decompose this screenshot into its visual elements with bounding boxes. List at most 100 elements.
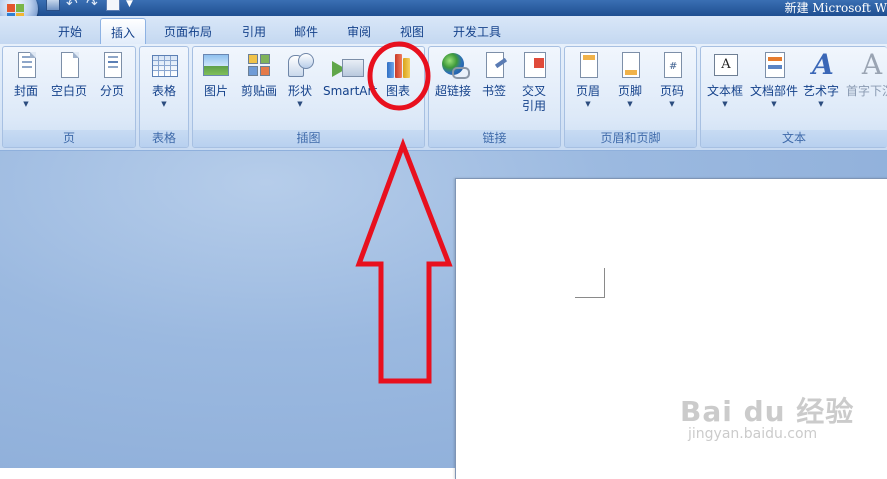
hyperlink-button[interactable]: 超链接 bbox=[433, 51, 473, 99]
smartart-label: SmartArt bbox=[323, 84, 378, 98]
blank-page-button[interactable]: 空白页 bbox=[49, 51, 89, 99]
cross-reference-label: 交叉 bbox=[521, 84, 546, 98]
table-icon bbox=[152, 55, 178, 77]
smartart-icon bbox=[332, 57, 366, 77]
watermark-brand: Bai du 经验 bbox=[680, 395, 855, 428]
chevron-down-icon: ▼ bbox=[771, 100, 777, 108]
drop-cap-icon: A bbox=[861, 48, 883, 81]
tab-developer[interactable]: 开发工具 bbox=[453, 23, 501, 40]
ribbon: 封面 ▼ 空白页 分页 页 表格 ▼ 表格 图片 剪贴画 形状 ▼ SmartA… bbox=[0, 44, 887, 151]
tab-references[interactable]: 引用 bbox=[242, 23, 266, 40]
clip-art-button[interactable]: 剪贴画 bbox=[239, 51, 279, 99]
chart-button[interactable]: 图表 bbox=[383, 51, 413, 99]
group-label-pages: 页 bbox=[3, 130, 135, 147]
chevron-down-icon: ▼ bbox=[818, 100, 824, 108]
page-break-label: 分页 bbox=[99, 84, 124, 98]
group-text: A 文本框 ▼ 文档部件 ▼ A 艺术字 ▼ A 首字下沉 文本 bbox=[700, 46, 887, 148]
clip-art-label: 剪贴画 bbox=[240, 84, 277, 98]
wordart-icon: A bbox=[812, 48, 834, 81]
table-label: 表格 bbox=[151, 84, 176, 98]
cover-page-icon bbox=[18, 52, 36, 78]
page-number-button[interactable]: 页码 ▼ bbox=[657, 51, 687, 109]
shapes-icon bbox=[288, 53, 314, 79]
watermark-url: jingyan.baidu.com bbox=[688, 426, 818, 442]
tab-view[interactable]: 视图 bbox=[400, 23, 424, 40]
header-icon bbox=[580, 52, 598, 78]
watermark: Bai du 经验 jingyan.baidu.com bbox=[680, 390, 855, 442]
footer-button[interactable]: 页脚 ▼ bbox=[615, 51, 645, 109]
page-number-icon bbox=[664, 52, 682, 78]
cross-reference-label-line2: 引用 bbox=[521, 99, 546, 113]
chart-icon bbox=[385, 52, 413, 80]
chevron-down-icon: ▼ bbox=[161, 100, 167, 108]
quick-access-toolbar: ↶ ↷ ▼ bbox=[46, 0, 140, 11]
chevron-down-icon: ▼ bbox=[669, 100, 675, 108]
clip-art-icon bbox=[248, 54, 272, 78]
group-label-illustrations: 插图 bbox=[193, 130, 424, 147]
chart-label: 图表 bbox=[385, 84, 410, 98]
cover-page-label: 封面 bbox=[13, 84, 38, 98]
cover-page-button[interactable]: 封面 ▼ bbox=[11, 51, 41, 109]
chevron-down-icon: ▼ bbox=[297, 100, 303, 108]
text-margin-corner-mark bbox=[575, 268, 605, 298]
drop-cap-button[interactable]: A 首字下沉 bbox=[845, 51, 887, 99]
redo-icon[interactable]: ↷ bbox=[86, 0, 100, 11]
chevron-down-icon: ▼ bbox=[722, 100, 728, 108]
hyperlink-label: 超链接 bbox=[434, 84, 471, 98]
group-label-text: 文本 bbox=[701, 130, 887, 147]
header-button[interactable]: 页眉 ▼ bbox=[573, 51, 603, 109]
group-label-tables: 表格 bbox=[140, 130, 188, 147]
page-break-button[interactable]: 分页 bbox=[97, 51, 127, 99]
picture-button[interactable]: 图片 bbox=[201, 51, 231, 99]
tab-review[interactable]: 审阅 bbox=[347, 23, 371, 40]
save-icon[interactable] bbox=[46, 0, 60, 11]
footer-icon bbox=[622, 52, 640, 78]
customize-dropdown-icon[interactable]: ▼ bbox=[126, 0, 140, 11]
tab-page-layout[interactable]: 页面布局 bbox=[164, 23, 212, 40]
drop-cap-label: 首字下沉 bbox=[845, 84, 887, 98]
group-label-header-footer: 页眉和页脚 bbox=[565, 130, 696, 147]
group-header-footer: 页眉 ▼ 页脚 ▼ 页码 ▼ 页眉和页脚 bbox=[564, 46, 697, 148]
tab-insert[interactable]: 插入 bbox=[100, 18, 147, 44]
tab-mailings[interactable]: 邮件 bbox=[294, 23, 318, 40]
table-button[interactable]: 表格 ▼ bbox=[149, 51, 179, 109]
tab-home[interactable]: 开始 bbox=[58, 23, 82, 40]
group-tables: 表格 ▼ 表格 bbox=[139, 46, 189, 148]
page-break-icon bbox=[104, 52, 122, 78]
cross-reference-icon bbox=[524, 52, 546, 78]
ribbon-tab-bar: 开始 插入 页面布局 引用 邮件 审阅 视图 开发工具 bbox=[0, 16, 887, 45]
text-box-button[interactable]: A 文本框 ▼ bbox=[705, 51, 745, 109]
blank-page-label: 空白页 bbox=[50, 84, 87, 98]
quick-parts-icon bbox=[765, 52, 785, 78]
document-page[interactable] bbox=[455, 178, 887, 479]
title-bar: ↶ ↷ ▼ 新建 Microsoft W bbox=[0, 0, 887, 16]
group-label-links: 链接 bbox=[429, 130, 560, 147]
group-illustrations: 图片 剪贴画 形状 ▼ SmartArt 图表 插图 bbox=[192, 46, 425, 148]
window-title: 新建 Microsoft W bbox=[784, 1, 887, 15]
shapes-button[interactable]: 形状 ▼ bbox=[285, 51, 315, 109]
undo-icon[interactable]: ↶ bbox=[66, 0, 80, 11]
picture-icon bbox=[203, 54, 229, 76]
print-preview-icon[interactable] bbox=[106, 0, 120, 11]
bookmark-button[interactable]: 书签 bbox=[479, 51, 509, 99]
blank-page-icon bbox=[61, 52, 79, 78]
shapes-label: 形状 bbox=[287, 84, 312, 98]
wordart-label: 艺术字 bbox=[803, 84, 840, 98]
header-label: 页眉 bbox=[575, 84, 600, 98]
wordart-button[interactable]: A 艺术字 ▼ bbox=[803, 51, 839, 109]
group-pages: 封面 ▼ 空白页 分页 页 bbox=[2, 46, 136, 148]
chevron-down-icon: ▼ bbox=[585, 100, 591, 108]
cross-reference-button[interactable]: 交叉 引用 bbox=[519, 51, 549, 114]
chevron-down-icon: ▼ bbox=[627, 100, 633, 108]
hyperlink-icon bbox=[442, 53, 470, 79]
bookmark-label: 书签 bbox=[481, 84, 506, 98]
text-box-label: 文本框 bbox=[706, 84, 743, 98]
picture-label: 图片 bbox=[203, 84, 228, 98]
chevron-down-icon: ▼ bbox=[23, 100, 29, 108]
quick-parts-button[interactable]: 文档部件 ▼ bbox=[749, 51, 799, 109]
bookmark-icon bbox=[486, 52, 504, 78]
smartart-button[interactable]: SmartArt bbox=[323, 51, 377, 99]
quick-parts-label: 文档部件 bbox=[749, 84, 798, 98]
footer-label: 页脚 bbox=[617, 84, 642, 98]
group-links: 超链接 书签 交叉 引用 链接 bbox=[428, 46, 561, 148]
